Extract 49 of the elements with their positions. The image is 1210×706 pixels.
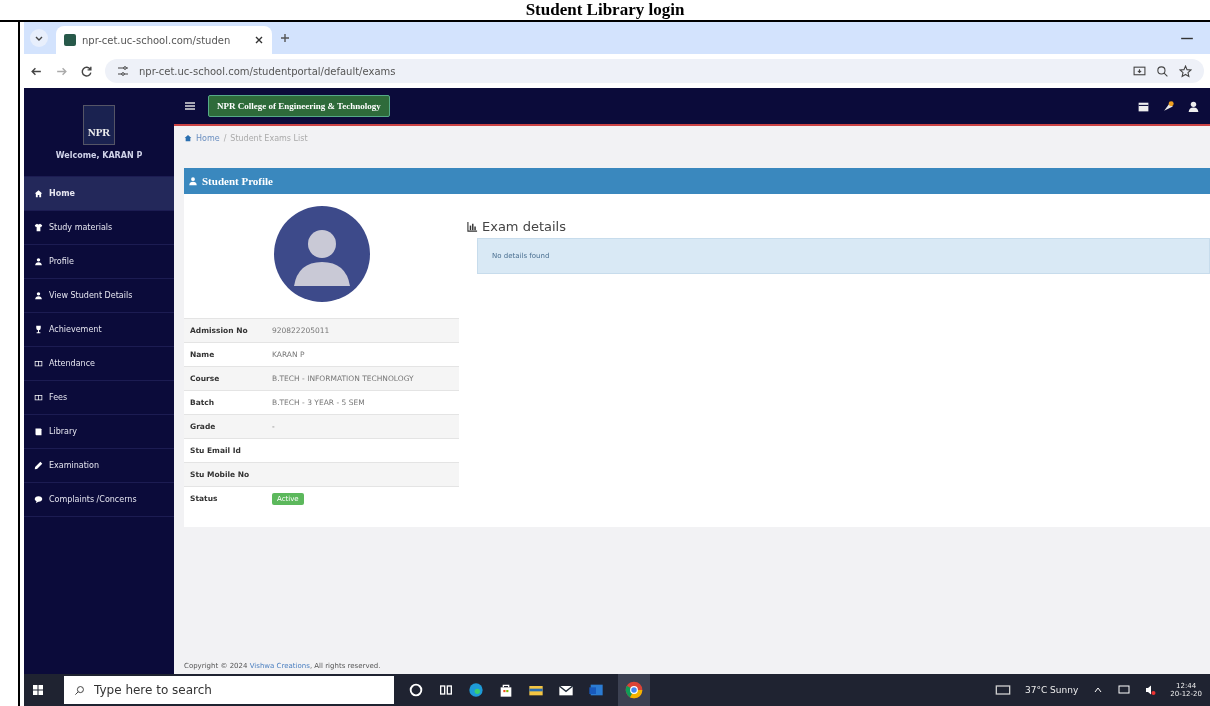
zoom-icon[interactable] xyxy=(1156,64,1169,78)
welcome-text: Welcome, KARAN P xyxy=(55,150,143,160)
college-name-badge: NPR College of Engineering & Technology xyxy=(208,95,390,117)
store-bag-icon[interactable] xyxy=(498,682,514,698)
install-app-icon[interactable] xyxy=(1133,64,1146,78)
task-view-icon[interactable] xyxy=(438,682,454,698)
home-icon xyxy=(34,189,43,198)
bookmark-star-icon[interactable] xyxy=(1179,64,1192,78)
menu-icon[interactable] xyxy=(184,101,196,111)
cortana-circle-icon[interactable] xyxy=(408,682,424,698)
card-icon xyxy=(34,359,43,368)
chat-icon xyxy=(34,495,43,504)
book-icon xyxy=(34,427,43,436)
new-tab-icon[interactable] xyxy=(280,33,290,43)
tab-menu-button[interactable] xyxy=(30,29,48,47)
user-icon xyxy=(34,257,43,266)
chrome-browser-icon[interactable] xyxy=(618,674,650,706)
word-app-icon[interactable] xyxy=(588,682,604,698)
taskbar-search-field[interactable]: Type here to search xyxy=(64,676,394,704)
search-icon xyxy=(74,685,85,696)
windows-start-icon[interactable] xyxy=(32,684,44,696)
home-icon xyxy=(184,134,192,142)
breadcrumb-separator: / xyxy=(223,133,227,143)
speaker-icon[interactable] xyxy=(1144,684,1157,696)
site-settings-icon[interactable] xyxy=(117,65,129,77)
trophy-icon xyxy=(34,325,43,334)
close-icon[interactable] xyxy=(254,35,264,45)
site-favicon-icon xyxy=(64,34,76,46)
user-icon xyxy=(188,176,198,186)
address-bar[interactable]: npr-cet.uc-school.com/studentportal/default/exams xyxy=(105,59,1204,83)
minimize-icon[interactable] xyxy=(1180,35,1194,41)
browser-tab[interactable]: npr-cet.uc-school.com/studen xyxy=(56,26,272,54)
shirt-icon xyxy=(34,223,43,232)
notification-icon[interactable] xyxy=(1162,99,1175,113)
section-title: Exam details xyxy=(482,218,566,234)
bar-chart-icon xyxy=(467,220,478,232)
college-logo: NPR xyxy=(83,104,115,145)
network-icon[interactable] xyxy=(1118,684,1131,696)
weather-text: 37°C Sunny xyxy=(1024,685,1079,695)
panel-title: Student Profile xyxy=(202,175,273,187)
edge-browser-icon[interactable] xyxy=(468,682,484,698)
weather-icon xyxy=(994,682,1011,698)
user-icon[interactable] xyxy=(1187,99,1200,113)
reload-icon[interactable] xyxy=(80,64,93,78)
card-icon xyxy=(34,393,43,402)
sidebar-item[interactable]: Home xyxy=(24,177,174,211)
pencil-icon xyxy=(34,461,43,470)
breadcrumb-current: Student Exams List xyxy=(230,133,308,143)
user-icon xyxy=(34,291,43,300)
